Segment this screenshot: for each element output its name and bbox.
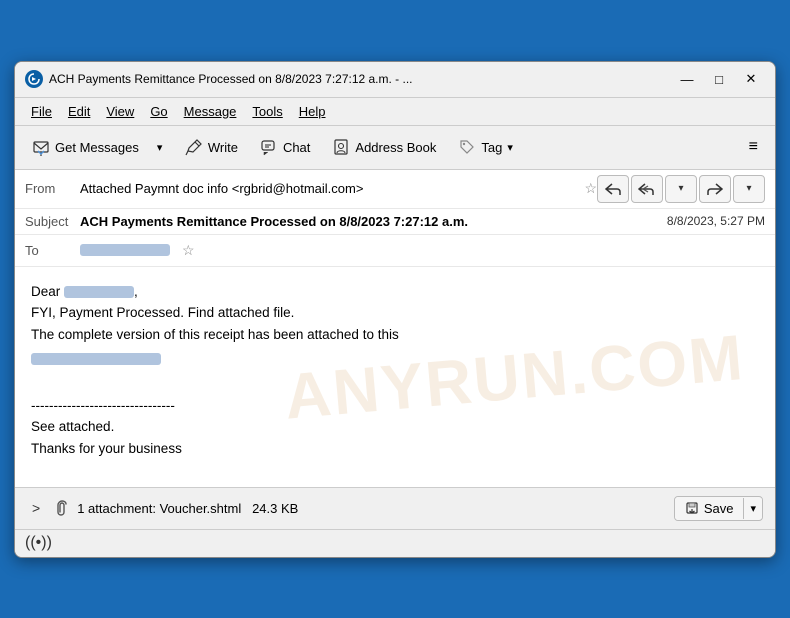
to-value-blurred: [80, 244, 170, 256]
attachment-toggle[interactable]: >: [27, 497, 45, 519]
maximize-button[interactable]: □: [705, 68, 733, 90]
save-attachment-button[interactable]: Save ▾: [674, 496, 763, 521]
attachment-info: 1 attachment: Voucher.shtml 24.3 KB: [77, 501, 666, 516]
chat-button[interactable]: Chat: [251, 133, 319, 161]
forward-icon: [707, 182, 723, 196]
app-icon: [25, 70, 43, 88]
subject-label: Subject: [25, 214, 80, 229]
forward-dropdown-button[interactable]: ▾: [733, 175, 765, 203]
email-body: ANYRUN.COM Dear , FYI, Payment Processed…: [15, 267, 775, 487]
to-label: To: [25, 243, 80, 258]
chevron-down-icon: ▾: [746, 183, 751, 194]
write-button[interactable]: Write: [176, 133, 247, 161]
to-star-icon[interactable]: ☆: [182, 242, 195, 259]
subject-value: ACH Payments Remittance Processed on 8/8…: [80, 214, 657, 229]
status-bar: ((•)): [15, 529, 775, 557]
tag-dropdown-icon: ▾: [507, 141, 513, 154]
chevron-down-icon: ▾: [157, 141, 163, 154]
menu-edit[interactable]: Edit: [60, 102, 98, 121]
tag-button[interactable]: Tag ▾: [449, 133, 522, 161]
wifi-icon: ((•)): [25, 534, 52, 552]
chat-icon: [260, 138, 278, 156]
address-book-button[interactable]: Address Book: [323, 133, 445, 161]
from-label: From: [25, 181, 80, 196]
body-divider: --------------------------------: [31, 398, 175, 413]
hamburger-menu-button[interactable]: ≡: [740, 133, 767, 161]
to-row: To ☆: [15, 235, 775, 267]
star-icon[interactable]: ☆: [584, 180, 597, 197]
tag-icon: [458, 138, 476, 156]
get-messages-icon: [32, 138, 50, 156]
window-title: ACH Payments Remittance Processed on 8/8…: [49, 72, 665, 86]
recipient-blurred: [64, 286, 134, 298]
get-messages-dropdown[interactable]: ▾: [152, 136, 172, 159]
toolbar: Get Messages ▾ Write Chat: [15, 126, 775, 170]
menu-bar: File Edit View Go Message Tools Help: [15, 98, 775, 126]
write-icon: [185, 138, 203, 156]
minimize-button[interactable]: —: [673, 68, 701, 90]
save-dropdown-button[interactable]: ▾: [743, 498, 762, 519]
body-content: Dear , FYI, Payment Processed. Find atta…: [31, 281, 759, 460]
title-bar: ACH Payments Remittance Processed on 8/8…: [15, 62, 775, 98]
paperclip-icon: [53, 500, 69, 516]
menu-go[interactable]: Go: [142, 102, 175, 121]
from-value: Attached Paymnt doc info <rgbrid@hotmail…: [80, 181, 578, 196]
email-date: 8/8/2023, 5:27 PM: [667, 214, 765, 228]
reply-button[interactable]: [597, 175, 629, 203]
body-line5: Thanks for your business: [31, 441, 182, 456]
menu-message[interactable]: Message: [176, 102, 245, 121]
salutation-dear: Dear: [31, 284, 64, 299]
save-icon: [685, 501, 699, 515]
from-row: From Attached Paymnt doc info <rgbrid@ho…: [15, 170, 775, 209]
reply-all-icon: [638, 182, 656, 196]
save-main-button[interactable]: Save: [675, 497, 744, 520]
body-line2: FYI, Payment Processed. Find attached fi…: [31, 305, 294, 320]
menu-file[interactable]: File: [23, 102, 60, 121]
reply-icon: [605, 182, 621, 196]
window-controls: — □ ✕: [673, 68, 765, 90]
address-book-icon: [332, 138, 350, 156]
main-window: ACH Payments Remittance Processed on 8/8…: [14, 61, 776, 558]
menu-tools[interactable]: Tools: [244, 102, 290, 121]
reply-buttons: ▾ ▾: [597, 175, 765, 203]
menu-help[interactable]: Help: [291, 102, 334, 121]
subject-row: Subject ACH Payments Remittance Processe…: [15, 209, 775, 235]
forward-button[interactable]: [699, 175, 731, 203]
attachment-bar: > 1 attachment: Voucher.shtml 24.3 KB Sa…: [15, 487, 775, 529]
chevron-down-icon: ▾: [678, 183, 683, 194]
reply-dropdown-button[interactable]: ▾: [665, 175, 697, 203]
body-line3: The complete version of this receipt has…: [31, 327, 399, 342]
menu-view[interactable]: View: [98, 102, 142, 121]
get-messages-button[interactable]: Get Messages: [23, 133, 148, 161]
body-blurred-block: [31, 353, 161, 365]
body-line4: See attached.: [31, 419, 114, 434]
reply-all-button[interactable]: [631, 175, 663, 203]
close-button[interactable]: ✕: [737, 68, 765, 90]
